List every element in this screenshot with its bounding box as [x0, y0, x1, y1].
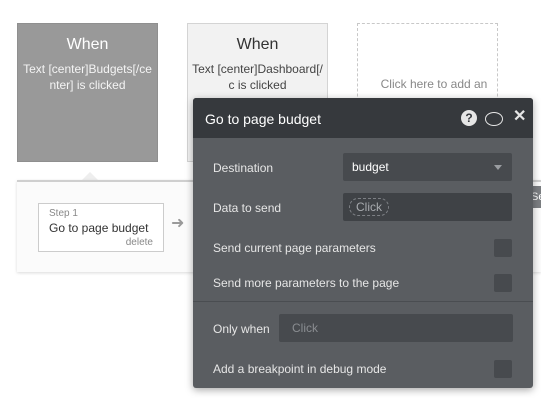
arrow-right-icon[interactable]: ➜: [171, 216, 184, 232]
data-to-send-pill[interactable]: Click: [349, 198, 389, 216]
only-when-field[interactable]: Click: [279, 314, 513, 342]
data-to-send-label: Data to send: [213, 201, 282, 215]
destination-label: Destination: [213, 161, 274, 175]
destination-dropdown[interactable]: budget: [343, 153, 512, 181]
event-title: When: [236, 36, 279, 53]
send-more-params-label: Send more parameters to the page: [213, 276, 400, 290]
send-more-params-checkbox[interactable]: [494, 274, 512, 292]
panel-header: Go to page budget ? ✕: [193, 98, 533, 138]
caret-down-icon: [494, 165, 502, 170]
data-to-send-field[interactable]: Click: [343, 193, 512, 221]
comment-icon[interactable]: [485, 112, 503, 126]
close-icon[interactable]: ✕: [513, 109, 526, 125]
step-delete-link[interactable]: delete: [126, 237, 153, 248]
action-property-panel: Go to page budget ? ✕ Destination budget…: [193, 98, 533, 388]
only-when-label: Only when: [213, 322, 270, 336]
workflow-step-card[interactable]: Step 1 Go to page budget delete: [38, 203, 164, 252]
destination-value: budget: [352, 160, 389, 174]
step-number: Step 1: [49, 208, 78, 219]
breakpoint-checkbox[interactable]: [494, 360, 512, 378]
breakpoint-label: Add a breakpoint in debug mode: [213, 362, 387, 376]
selected-event-pointer: [82, 172, 98, 180]
send-current-params-checkbox[interactable]: [494, 239, 512, 257]
send-current-params-label: Send current page parameters: [213, 241, 376, 255]
panel-title: Go to page budget: [205, 111, 321, 127]
panel-divider: [193, 301, 533, 302]
event-card-budgets[interactable]: When Text [center]Budgets[/center] is cl…: [17, 23, 158, 162]
event-description: Text [center]Dashboard[/c is clicked: [192, 62, 323, 92]
only-when-placeholder: Click: [292, 321, 318, 335]
question-circle-icon[interactable]: ?: [461, 110, 477, 126]
event-title: When: [66, 36, 109, 53]
step-title: Go to page budget: [49, 221, 149, 235]
event-description: Text [center]Budgets[/center] is clicked: [23, 62, 152, 92]
add-event-label: Click here to add an: [380, 77, 488, 91]
